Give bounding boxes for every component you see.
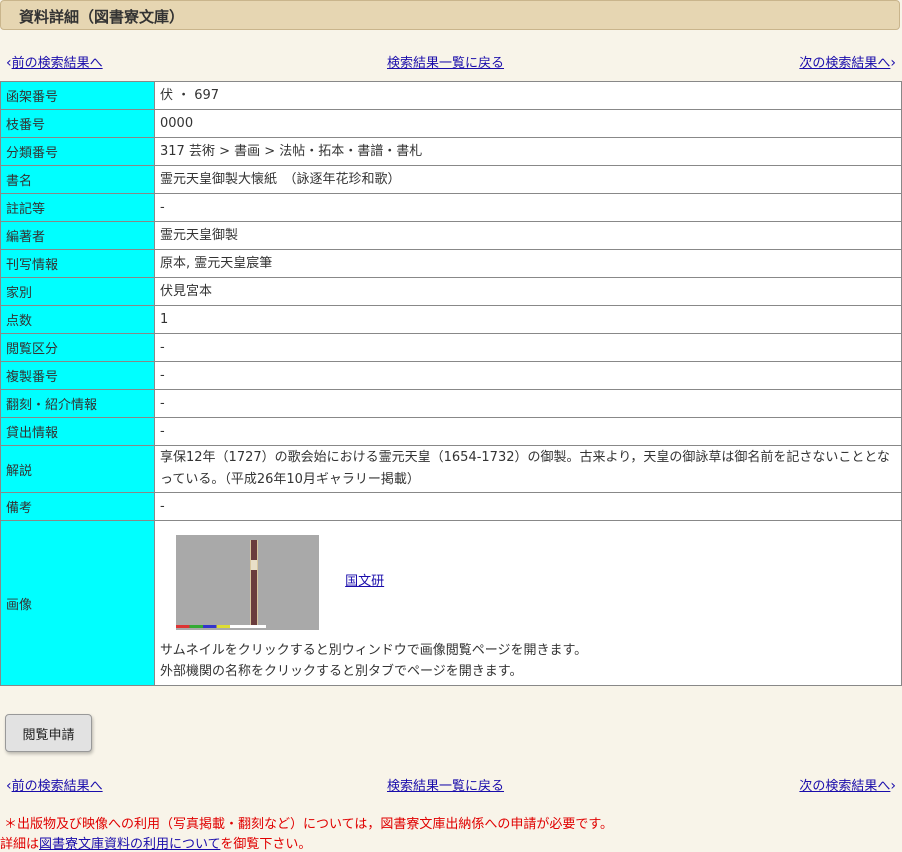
row-value: 0000 [154, 109, 902, 138]
row-label: 函架番号 [0, 81, 155, 110]
scroll-picture [250, 539, 258, 625]
table-row: 翻刻・紹介情報 - [0, 389, 902, 418]
prev-result-link[interactable]: ‹前の検索結果へ [6, 52, 103, 71]
table-row: 点数 1 [0, 305, 902, 334]
image-row: 画像 国文研 サムネイルをクリックすると別ウィンドウで画像閲覧ページを開きます。… [0, 520, 902, 686]
row-value: 1 [154, 305, 902, 334]
table-row: 貸出情報 - [0, 417, 902, 446]
row-value: - [154, 417, 902, 446]
table-row: 刊写情報 原本, 霊元天皇宸筆 [0, 249, 902, 278]
row-label: 家別 [0, 277, 155, 306]
external-institution-link[interactable]: 国文研 [345, 574, 384, 589]
row-label: 書名 [0, 165, 155, 194]
row-label: 分類番号 [0, 137, 155, 166]
table-row: 閲覧区分 - [0, 333, 902, 362]
usage-info-link[interactable]: 図書寮文庫資料の利用について [39, 837, 220, 852]
row-label: 複製番号 [0, 361, 155, 390]
next-result-link[interactable]: 次の検索結果へ› [799, 775, 896, 794]
chevron-right-icon: › [890, 778, 896, 794]
row-label: 備考 [0, 492, 155, 521]
row-value: 原本, 霊元天皇宸筆 [154, 249, 902, 278]
table-row: 書名 霊元天皇御製大懐紙 （詠逐年花珍和歌） [0, 165, 902, 194]
row-value: 伏見宮本 [154, 277, 902, 306]
row-value: - [154, 389, 902, 418]
prev-result-link[interactable]: ‹前の検索結果へ [6, 775, 103, 794]
row-label: 貸出情報 [0, 417, 155, 446]
row-value: - [154, 333, 902, 362]
image-cell: 国文研 サムネイルをクリックすると別ウィンドウで画像閲覧ページを開きます。 外部… [154, 520, 902, 686]
row-label: 閲覧区分 [0, 333, 155, 362]
view-request-button[interactable]: 閲覧申請 [5, 714, 92, 752]
row-value: 享保12年（1727）の歌会始における霊元天皇（1654-1732）の御製。古来… [154, 445, 902, 493]
row-value: 伏 ・ 697 [154, 81, 902, 110]
row-label: 翻刻・紹介情報 [0, 389, 155, 418]
row-label: 解説 [0, 445, 155, 493]
nav-top: ‹前の検索結果へ 検索結果一覧に戻る 次の検索結果へ› [0, 52, 902, 71]
table-row: 解説 享保12年（1727）の歌会始における霊元天皇（1654-1732）の御製。… [0, 445, 902, 493]
nav-bottom: ‹前の検索結果へ 検索結果一覧に戻る 次の検索結果へ› [0, 775, 902, 794]
color-chart-strip [176, 624, 266, 628]
row-label: 刊写情報 [0, 249, 155, 278]
back-to-list-link[interactable]: 検索結果一覧に戻る [387, 775, 504, 794]
table-row: 複製番号 - [0, 361, 902, 390]
row-label: 編著者 [0, 221, 155, 250]
row-value: - [154, 193, 902, 222]
row-label: 点数 [0, 305, 155, 334]
row-value: - [154, 492, 902, 521]
row-label: 枝番号 [0, 109, 155, 138]
table-row: 備考 - [0, 492, 902, 521]
thumbnail-note: サムネイルをクリックすると別ウィンドウで画像閲覧ページを開きます。 [160, 642, 588, 658]
table-row: 分類番号 317 芸術 > 書画 > 法帖・拓本・書譜・書札 [0, 137, 902, 166]
external-link-note: 外部機関の名称をクリックすると別タブでページを開きます。 [160, 663, 523, 679]
table-row: 枝番号 0000 [0, 109, 902, 138]
page-header: 資料詳細（図書寮文庫） [0, 0, 900, 30]
chevron-right-icon: › [890, 55, 896, 71]
thumbnail-image[interactable] [176, 534, 319, 630]
row-label: 註記等 [0, 193, 155, 222]
page-title: 資料詳細（図書寮文庫） [19, 8, 185, 26]
next-result-link[interactable]: 次の検索結果へ› [799, 52, 896, 71]
table-row: 註記等 - [0, 193, 902, 222]
usage-detail: 詳細は図書寮文庫資料の利用についてを御覧下さい。 [0, 837, 312, 852]
table-row: 編著者 霊元天皇御製 [0, 221, 902, 250]
row-label: 画像 [0, 520, 155, 686]
detail-table: 函架番号伏 ・ 697 枝番号 0000 分類番号 317 芸術 > 書画 > 法帖… [0, 81, 902, 686]
row-value: 霊元天皇御製 [154, 221, 902, 250]
row-value: 317 芸術 > 書画 > 法帖・拓本・書譜・書札 [154, 137, 902, 166]
row-value: - [154, 361, 902, 390]
table-row: 家別 伏見宮本 [0, 277, 902, 306]
row-value: 霊元天皇御製大懐紙 （詠逐年花珍和歌） [154, 165, 902, 194]
back-to-list-link[interactable]: 検索結果一覧に戻る [387, 52, 504, 71]
usage-notice: ＊出版物及び映像への利用（写真掲載・翻刻など）については，図書寮文庫出納係への申… [4, 817, 614, 832]
table-row: 函架番号伏 ・ 697 [0, 81, 902, 110]
